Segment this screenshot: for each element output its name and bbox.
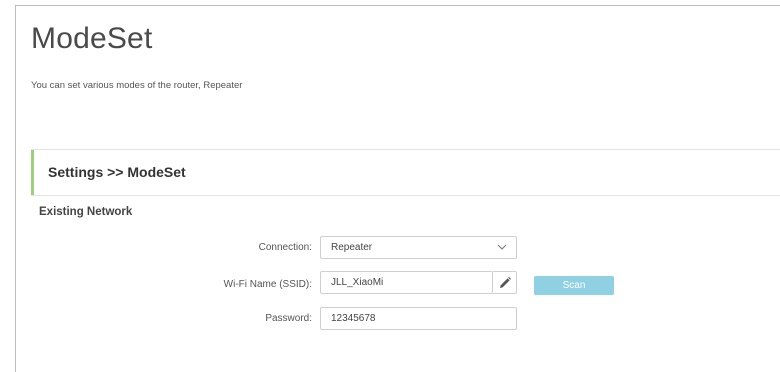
section-accent-bar bbox=[31, 150, 34, 195]
ssid-input[interactable]: JLL_XiaoMi bbox=[320, 271, 493, 294]
page-description: You can set various modes of the router,… bbox=[31, 80, 243, 91]
chevron-down-icon bbox=[497, 244, 507, 250]
page-title: ModeSet bbox=[31, 22, 153, 55]
ssid-label: Wi-Fi Name (SSID): bbox=[223, 279, 312, 290]
settings-section-header: Settings >> ModeSet bbox=[31, 149, 780, 196]
connection-select[interactable]: Repeater bbox=[320, 236, 517, 259]
connection-label: Connection: bbox=[258, 242, 312, 253]
scan-button[interactable]: Scan bbox=[534, 276, 614, 295]
ssid-input-value: JLL_XiaoMi bbox=[331, 277, 384, 288]
connection-select-value: Repeater bbox=[331, 242, 373, 253]
password-label: Password: bbox=[265, 313, 312, 324]
existing-network-heading: Existing Network bbox=[39, 206, 133, 218]
password-input-value: 12345678 bbox=[331, 313, 376, 324]
section-title: Settings >> ModeSet bbox=[48, 164, 186, 180]
content-frame-top-border bbox=[15, 5, 780, 6]
ssid-edit-button[interactable] bbox=[493, 271, 517, 294]
password-input[interactable]: 12345678 bbox=[320, 307, 517, 330]
pencil-icon bbox=[500, 277, 511, 288]
content-frame-left-border bbox=[15, 5, 16, 372]
